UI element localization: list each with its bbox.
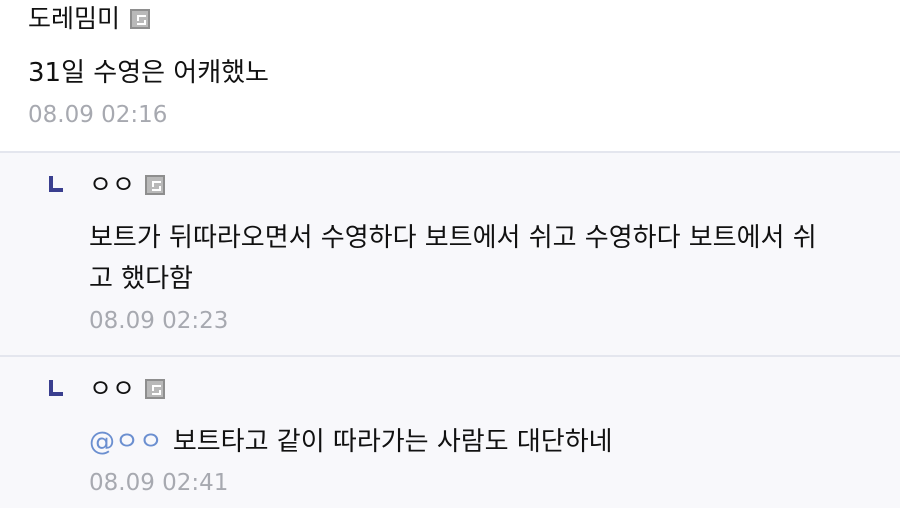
reply-author-line: ㅇㅇ (89, 374, 166, 404)
reply-text: 보트가 뒤따라오면서 수영하다 보트에서 쉬고 수영하다 보트에서 쉬 고 했다… (89, 218, 889, 300)
reply-timestamp: 08.09 02:41 (89, 470, 229, 496)
comment-timestamp: 08.09 02:16 (28, 102, 168, 128)
reply-item: ㅇㅇ @ㅇㅇ 보트타고 같이 따라가는 사람도 대단하네 08.09 02:41 (0, 357, 900, 508)
comment-author-line: 도레밈미 (28, 4, 151, 34)
reply-item: ㅇㅇ 보트가 뒤따라오면서 수영하다 보트에서 쉬고 수영하다 보트에서 쉬 고… (0, 153, 900, 355)
reply-timestamp: 08.09 02:23 (89, 308, 229, 334)
author-name[interactable]: 도레밈미 (28, 4, 120, 34)
reply-text: @ㅇㅇ 보트타고 같이 따라가는 사람도 대단하네 (89, 422, 889, 463)
reply-corner-icon (49, 176, 63, 192)
reply-text-line: 보트가 뒤따라오면서 수영하다 보트에서 쉬고 수영하다 보트에서 쉬 (89, 223, 817, 253)
fixed-nick-badge-icon (145, 175, 166, 195)
fixed-nick-badge-icon (130, 9, 151, 29)
fixed-nick-badge-icon (145, 379, 166, 399)
reply-text-line: 고 했다함 (89, 264, 193, 294)
reply-text-content: 보트타고 같이 따라가는 사람도 대단하네 (172, 427, 613, 457)
reply-author-line: ㅇㅇ (89, 170, 166, 200)
author-name[interactable]: ㅇㅇ (89, 374, 135, 404)
mention-link[interactable]: @ㅇㅇ (89, 427, 163, 457)
reply-corner-icon (49, 380, 63, 396)
comment-text: 31일 수영은 어캐했노 (28, 58, 269, 88)
author-name[interactable]: ㅇㅇ (89, 170, 135, 200)
comment-item: 도레밈미 31일 수영은 어캐했노 08.09 02:16 (0, 0, 900, 151)
